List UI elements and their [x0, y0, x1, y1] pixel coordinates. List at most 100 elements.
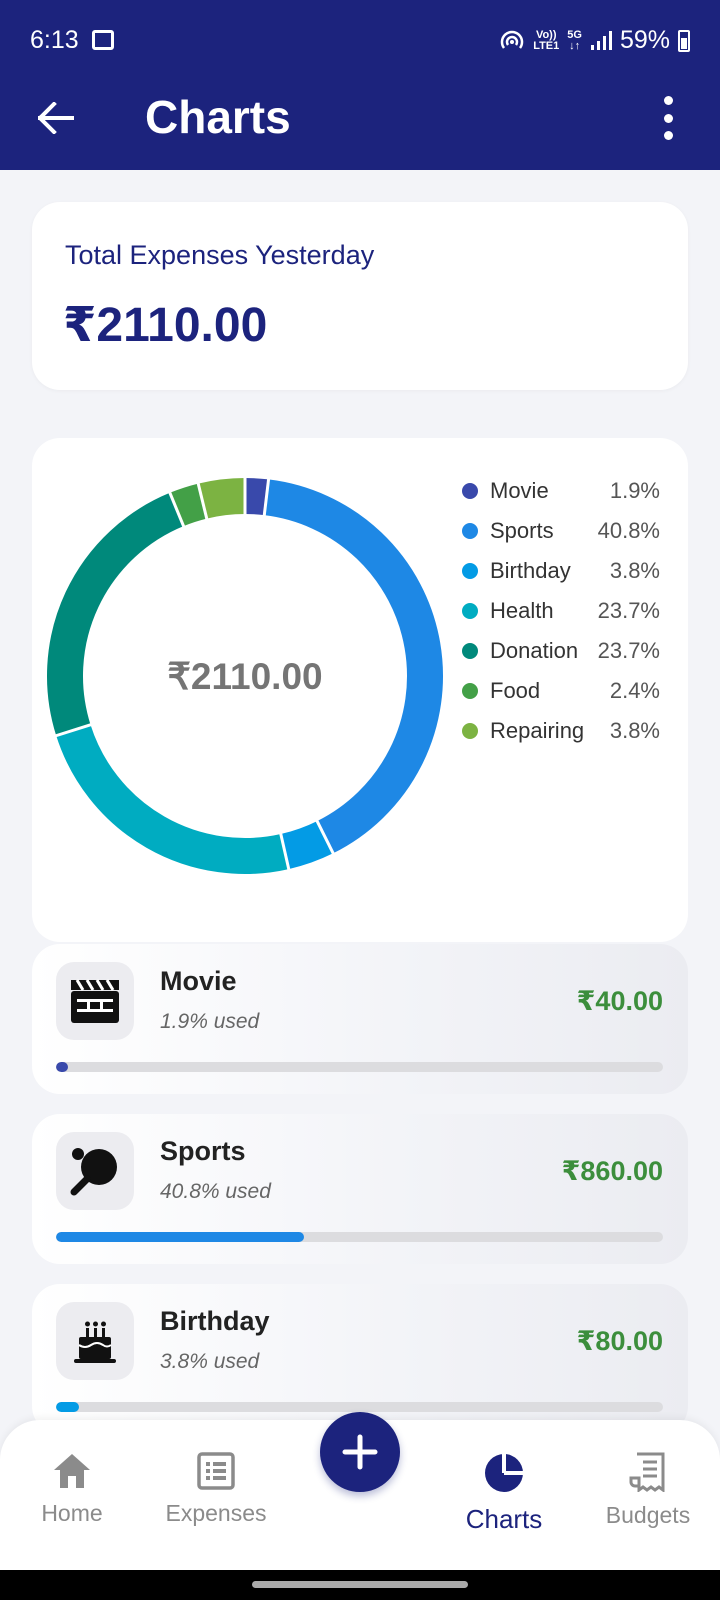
more-dot	[663, 131, 673, 140]
donut-segment-birthday[interactable]	[280, 820, 334, 870]
nav-home[interactable]: Home	[2, 1452, 142, 1527]
category-progress-fill	[56, 1232, 304, 1242]
status-bar: 6:13 Vo)) LTE1 5G ↓↑ 59%	[0, 0, 720, 80]
legend-item-donation: Donation 23.7%	[460, 634, 692, 674]
donut-center-label: ₹2110.00	[167, 656, 322, 697]
system-navigation-bar	[0, 1570, 720, 1600]
category-amount: ₹40.00	[576, 986, 663, 1016]
total-expenses-amount: ₹2110.00	[63, 299, 268, 352]
cake-icon	[74, 1321, 116, 1363]
donut-segment-repairing[interactable]	[198, 478, 246, 519]
receipt-icon	[629, 1452, 665, 1492]
network-type-indicator: 5G ↓↑	[567, 28, 582, 52]
page-title: Charts	[145, 91, 291, 143]
app-bar: 6:13 Vo)) LTE1 5G ↓↑ 59% Charts	[0, 0, 720, 170]
category-progress-bar	[56, 1232, 663, 1242]
category-progress-bar	[56, 1062, 663, 1072]
legend-label: Movie	[490, 478, 549, 503]
donut-chart[interactable]: ₹2110.00	[32, 438, 462, 942]
back-button[interactable]	[30, 92, 82, 144]
hotspot-icon	[501, 30, 524, 49]
legend-dot	[462, 723, 478, 739]
legend-dot	[462, 643, 478, 659]
legend-dot	[462, 483, 478, 499]
category-used-percent: 1.9% used	[160, 1010, 260, 1033]
chart-card: ₹2110.00 Movie 1.9% Sports 40.8% Birthday 3.8…	[32, 438, 688, 942]
total-expenses-label: Total Expenses Yesterday	[65, 240, 375, 270]
network-type-top: 5G	[567, 28, 582, 41]
legend-label: Repairing	[490, 718, 585, 743]
legend-dot	[462, 683, 478, 699]
legend-item-repairing: Repairing 3.8%	[460, 714, 692, 754]
add-expense-button[interactable]	[320, 1412, 400, 1492]
nav-home-label: Home	[41, 1500, 103, 1526]
category-used-percent: 40.8% used	[160, 1180, 271, 1203]
home-gesture-handle[interactable]	[252, 1581, 468, 1588]
legend-dot	[462, 603, 478, 619]
arrow-left-icon	[38, 102, 74, 134]
pie-chart-icon	[485, 1453, 524, 1492]
clapperboard-icon	[71, 979, 119, 1023]
legend-dot	[462, 563, 478, 579]
category-amount: ₹860.00	[561, 1156, 663, 1186]
status-time: 6:13	[30, 26, 79, 54]
legend-item-birthday: Birthday 3.8%	[460, 554, 692, 594]
category-name: Movie	[160, 966, 237, 996]
donut-segment-food[interactable]	[169, 483, 208, 527]
legend-percent: 3.8%	[609, 718, 660, 743]
legend-item-sports: Sports 40.8%	[460, 514, 692, 554]
battery-icon	[678, 29, 690, 52]
legend-label: Donation	[490, 638, 579, 663]
legend-percent: 23.7%	[597, 638, 660, 663]
legend-label: Birthday	[490, 558, 571, 583]
category-card-movie[interactable]: Movie 1.9% used ₹40.00	[32, 944, 688, 1094]
total-expenses-card: Total Expenses Yesterday ₹2110.00	[32, 202, 688, 390]
volte-bottom: LTE1	[533, 39, 560, 52]
nav-budgets-label: Budgets	[605, 1502, 691, 1528]
nav-expenses-label: Expenses	[165, 1500, 267, 1526]
legend-percent: 2.4%	[609, 678, 660, 703]
category-progress-bar	[56, 1402, 663, 1412]
network-type-bottom: ↓↑	[569, 39, 581, 52]
category-used-percent: 3.8% used	[160, 1350, 260, 1373]
category-icon-tile	[56, 1302, 134, 1380]
volte-top: Vo))	[535, 28, 557, 41]
legend-label: Sports	[490, 518, 554, 543]
toolbar: Charts	[0, 80, 720, 170]
table-tennis-icon	[70, 1148, 117, 1196]
more-dot	[663, 113, 673, 123]
more-options-button[interactable]	[656, 96, 680, 140]
category-amount: ₹80.00	[576, 1326, 663, 1356]
bottom-navigation: Home Expenses Charts Budgets	[0, 1412, 720, 1570]
category-name: Birthday	[160, 1306, 270, 1336]
legend-label: Health	[490, 598, 554, 623]
category-card-sports[interactable]: Sports 40.8% used ₹860.00	[32, 1114, 688, 1264]
status-right: Vo)) LTE1 5G ↓↑ 59%	[499, 26, 690, 55]
donut-segment-donation[interactable]	[47, 492, 184, 736]
legend-dot	[462, 523, 478, 539]
legend-label: Food	[490, 678, 541, 703]
legend-percent: 3.8%	[609, 558, 660, 583]
gallery-notification-icon	[92, 30, 114, 50]
volte-indicator: Vo)) LTE1	[533, 28, 560, 52]
legend-percent: 40.8%	[597, 518, 660, 543]
legend-percent: 23.7%	[597, 598, 660, 623]
category-icon-tile	[56, 1132, 134, 1210]
donut-segment-health[interactable]	[56, 724, 289, 874]
home-icon	[54, 1454, 90, 1488]
nav-charts[interactable]: Charts	[434, 1452, 574, 1535]
legend-item-food: Food 2.4%	[460, 674, 692, 714]
category-icon-tile	[56, 962, 134, 1040]
category-progress-fill	[56, 1062, 68, 1072]
nav-expenses[interactable]: Expenses	[146, 1452, 286, 1527]
donut-segment-movie[interactable]	[244, 478, 269, 516]
signal-icon	[590, 30, 612, 50]
legend-item-health: Health 23.7%	[460, 594, 692, 634]
legend-item-movie: Movie 1.9%	[460, 474, 692, 514]
chart-legend: Movie 1.9% Sports 40.8% Birthday 3.8% Health 23…	[460, 474, 692, 754]
nav-charts-label: Charts	[465, 1504, 543, 1534]
list-document-icon	[197, 1452, 235, 1490]
nav-budgets[interactable]: Budgets	[578, 1452, 718, 1529]
battery-percent: 59%	[619, 26, 670, 54]
plus-icon	[342, 1434, 378, 1470]
